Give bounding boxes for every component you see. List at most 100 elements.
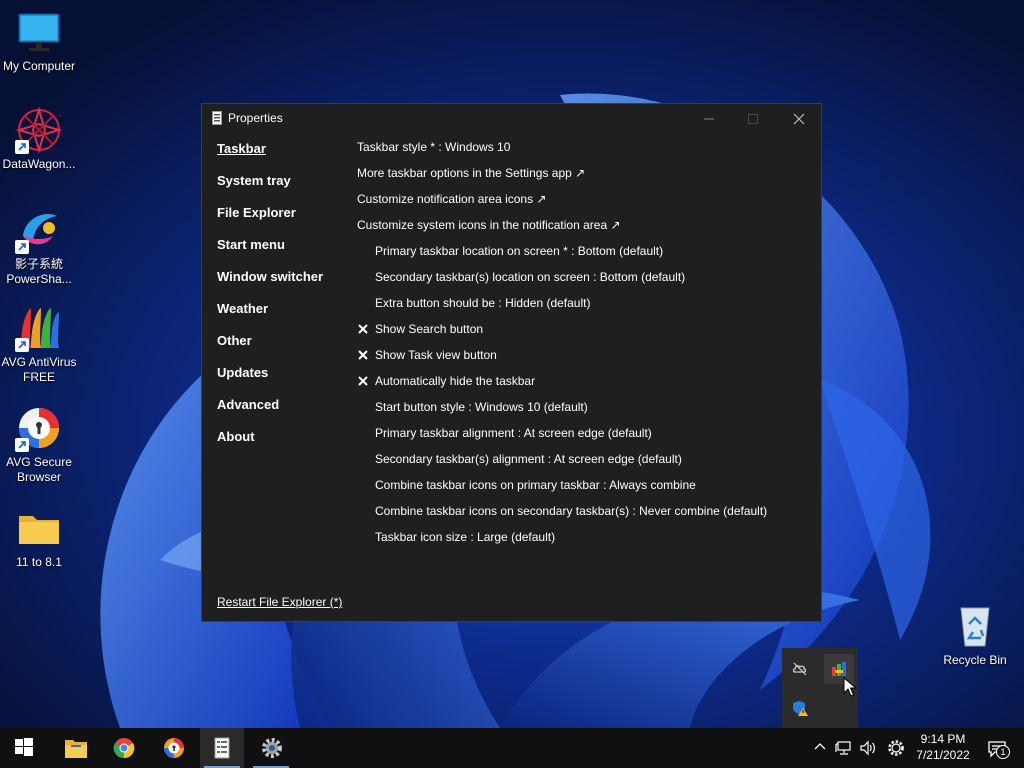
desktop-icon-label: 11 to 8.1 [16, 555, 62, 569]
option-taskbar-style[interactable]: Taskbar style * : Windows 10 [357, 138, 767, 164]
checkbox-label: Show Search button [375, 322, 484, 336]
option-start-button-style[interactable]: Start button style : Windows 10 (default… [357, 398, 767, 424]
desktop-icon-folder-11-to-8-1[interactable]: 11 to 8.1 [0, 504, 78, 570]
properties-app-icon [212, 111, 222, 125]
taskbar-settings[interactable] [249, 728, 293, 768]
option-taskbar-icon-size[interactable]: Taskbar icon size : Large (default) [357, 528, 767, 554]
mouse-cursor-icon [843, 677, 857, 697]
taskbar-clock[interactable]: 9:14 PM 7/21/2022 [912, 731, 974, 763]
option-secondary-taskbar-location[interactable]: Secondary taskbar(s) location on screen … [357, 268, 767, 294]
desktop-icon-avg-secure-browser[interactable]: AVG Secure Browser [0, 404, 78, 485]
network-icon [835, 741, 851, 755]
option-primary-taskbar-alignment[interactable]: Primary taskbar alignment : At screen ed… [357, 424, 767, 450]
avg-secure-browser-logo-icon [15, 404, 63, 452]
option-combine-secondary[interactable]: Combine taskbar icons on secondary taskb… [357, 502, 767, 528]
notification-count-badge: 1 [996, 745, 1010, 759]
powershadow-logo-icon [15, 206, 63, 254]
nav-item-window-switcher[interactable]: Window switcher [217, 268, 323, 300]
minimize-button[interactable] [689, 108, 729, 130]
taskbar: 9:14 PM 7/21/2022 1 [0, 728, 1024, 768]
minimize-icon [704, 118, 714, 120]
link-customize-notification-icons[interactable]: Customize notification area icons ↗ [357, 190, 767, 216]
option-combine-primary[interactable]: Combine taskbar icons on primary taskbar… [357, 476, 767, 502]
nav-item-advanced[interactable]: Advanced [217, 396, 323, 428]
network-button[interactable] [832, 728, 856, 768]
settings-tray-button[interactable] [884, 728, 908, 768]
clock-time: 9:14 PM [920, 732, 966, 746]
tray-onedrive-offline[interactable] [785, 654, 815, 684]
shortcut-arrow-icon [15, 240, 29, 254]
nav-item-weather[interactable]: Weather [217, 300, 323, 332]
nav-item-about[interactable]: About [217, 428, 323, 460]
sidebar-nav: Taskbar System tray File Explorer Start … [217, 140, 323, 460]
close-button[interactable] [779, 108, 819, 130]
volume-button[interactable] [857, 728, 881, 768]
maximize-button[interactable] [733, 108, 773, 130]
desktop-icon-my-computer[interactable]: My Computer [0, 8, 78, 74]
shortcut-arrow-icon [15, 438, 29, 452]
cloud-offline-icon [792, 662, 807, 676]
link-settings-app-taskbar[interactable]: More taskbar options in the Settings app… [357, 164, 767, 190]
tray-windows-security[interactable] [785, 693, 815, 723]
option-secondary-taskbar-alignment[interactable]: Secondary taskbar(s) alignment : At scre… [357, 450, 767, 476]
checkbox-label: Automatically hide the taskbar [375, 374, 536, 388]
link-customize-system-icons[interactable]: Customize system icons in the notificati… [357, 216, 767, 242]
checkmark-x-icon [358, 376, 368, 386]
checkbox-show-search-button[interactable]: Show Search button [357, 320, 767, 346]
shortcut-arrow-icon [15, 140, 29, 154]
checkbox-show-task-view-button[interactable]: Show Task view button [357, 346, 767, 372]
maximize-icon [748, 114, 758, 124]
checkmark-x-icon [358, 350, 368, 360]
recycle-bin-icon [951, 602, 999, 650]
avg-secure-browser-icon [164, 738, 184, 758]
desktop-icon-label: 影子系統 [14, 257, 63, 271]
desktop-icon-datawagon[interactable]: DataWagon... [0, 106, 78, 172]
gear-icon [262, 738, 282, 758]
desktop-icon-avg-antivirus[interactable]: AVG AntiVirus FREE [0, 304, 78, 385]
taskbar-file-explorer[interactable] [52, 728, 96, 768]
checkmark-x-icon [358, 324, 368, 334]
desktop-icon-label: DataWagon... [2, 157, 76, 171]
checkbox-auto-hide-taskbar[interactable]: Automatically hide the taskbar [357, 372, 767, 398]
nav-item-other[interactable]: Other [217, 332, 323, 364]
restart-file-explorer-link[interactable]: Restart File Explorer (*) [217, 595, 342, 609]
folder-icon [15, 504, 63, 552]
action-center-button[interactable]: 1 [985, 736, 1011, 762]
desktop-icon-label: Recycle Bin [943, 653, 1007, 667]
clock-date: 7/21/2022 [916, 748, 970, 762]
nav-item-start-menu[interactable]: Start menu [217, 236, 323, 268]
gear-icon [888, 740, 904, 756]
nav-item-system-tray[interactable]: System tray [217, 172, 323, 204]
desktop-icon-recycle-bin[interactable]: Recycle Bin [936, 602, 1014, 668]
properties-window: Properties Taskbar System tray File Expl… [201, 103, 822, 622]
desktop-icon-label: FREE [22, 370, 55, 384]
desktop-icon-label: PowerSha... [6, 272, 72, 286]
option-primary-taskbar-location[interactable]: Primary taskbar location on screen * : B… [357, 242, 767, 268]
chrome-icon [113, 738, 135, 759]
speaker-icon [860, 740, 875, 756]
monitor-icon [15, 8, 63, 56]
shield-warning-icon [793, 701, 808, 716]
desktop-icon-label: Browser [16, 470, 61, 484]
colorful-app-icon [832, 662, 846, 676]
checkbox-label: Show Task view button [375, 348, 497, 362]
windows-logo-icon [15, 738, 33, 756]
window-titlebar[interactable]: Properties [202, 104, 821, 134]
shortcut-arrow-icon [15, 338, 29, 352]
taskbar-properties-app[interactable] [200, 728, 244, 768]
nav-item-updates[interactable]: Updates [217, 364, 323, 396]
desktop-icon-powershadow[interactable]: 影子系統 PowerSha... [0, 206, 78, 287]
taskbar-options-list: Taskbar style * : Windows 10 More taskba… [357, 138, 767, 554]
nav-item-taskbar[interactable]: Taskbar [217, 140, 323, 172]
datawagon-logo-icon [15, 106, 63, 154]
taskbar-chrome[interactable] [101, 728, 145, 768]
taskbar-avg-secure-browser[interactable] [151, 728, 195, 768]
window-title: Properties [228, 111, 283, 125]
folder-icon [65, 740, 87, 758]
show-hidden-icons-button[interactable] [810, 728, 830, 768]
nav-item-file-explorer[interactable]: File Explorer [217, 204, 323, 236]
properties-app-icon [214, 737, 230, 759]
start-button[interactable] [2, 728, 46, 768]
option-extra-button[interactable]: Extra button should be : Hidden (default… [357, 294, 767, 320]
desktop-icon-label: AVG AntiVirus [1, 355, 77, 369]
